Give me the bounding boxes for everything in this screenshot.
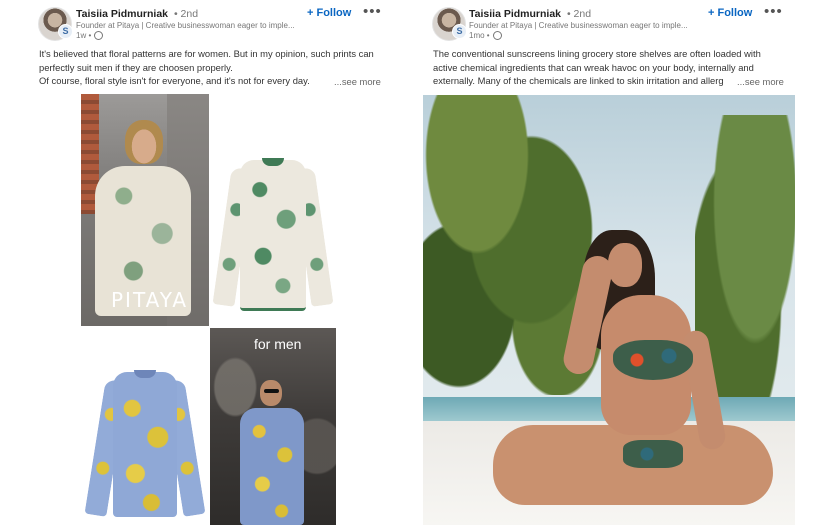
feed-post: S Taisiia Pidmurniak • 2nd Founder at Pi… bbox=[30, 0, 385, 525]
post-image-blue-yellow-shirt[interactable] bbox=[81, 328, 209, 525]
more-icon[interactable]: ••• bbox=[764, 3, 783, 20]
author-avatar[interactable]: S bbox=[432, 7, 467, 41]
author-avatar[interactable]: S bbox=[38, 7, 73, 41]
image-tagline: for men bbox=[254, 336, 302, 352]
post-text-line: It's believed that floral patterns are f… bbox=[39, 48, 374, 59]
author-name[interactable]: Taisiia Pidmurniak bbox=[76, 8, 168, 20]
avatar-badge: S bbox=[452, 24, 467, 39]
model-head bbox=[260, 380, 282, 406]
author-line: Taisiia Pidmurniak • 2nd bbox=[469, 8, 591, 20]
globe-icon bbox=[492, 31, 502, 40]
author-line: Taisiia Pidmurniak • 2nd bbox=[76, 8, 198, 20]
follow-button[interactable]: + Follow bbox=[307, 7, 351, 19]
post-text-line: The conventional sunscreens lining groce… bbox=[433, 48, 761, 59]
post-meta: 1mo • bbox=[469, 31, 502, 40]
post-text-line: perfectly suit men if they are choosen p… bbox=[39, 61, 233, 73]
bikini-top bbox=[613, 340, 693, 380]
globe-icon bbox=[94, 31, 104, 40]
avatar-badge: S bbox=[58, 24, 73, 39]
author-headline: Founder at Pitaya | Creative businesswom… bbox=[76, 21, 295, 30]
brand-logo: PITAYA bbox=[111, 288, 189, 312]
connection-degree: • 2nd bbox=[173, 8, 199, 20]
post-text-line: Of course, floral style isn't for everyo… bbox=[39, 75, 310, 86]
post-image-green-floral-shirt[interactable] bbox=[210, 94, 336, 326]
model-head bbox=[125, 120, 163, 164]
author-name[interactable]: Taisiia Pidmurniak bbox=[469, 8, 561, 20]
feed-post: S Taisiia Pidmurniak • 2nd Founder at Pi… bbox=[423, 0, 795, 525]
post-text-line: active chemical ingredients that can wre… bbox=[433, 61, 754, 73]
model-face bbox=[608, 243, 642, 287]
post-image-man-for-men[interactable]: for men bbox=[210, 328, 336, 525]
more-icon[interactable]: ••• bbox=[363, 3, 382, 20]
see-more-link[interactable]: ...see more bbox=[737, 76, 784, 87]
sunglasses bbox=[264, 389, 279, 393]
shirt-body bbox=[113, 372, 177, 517]
post-text-line: externally. Many of the chemicals are li… bbox=[433, 75, 724, 86]
bikini-bottom bbox=[623, 440, 683, 468]
post-meta: 1w • bbox=[76, 31, 104, 40]
post-image-man-floral-shirt[interactable]: PITAYA bbox=[81, 94, 209, 326]
post-text: The conventional sunscreens lining groce… bbox=[433, 47, 761, 88]
see-more-link[interactable]: ...see more bbox=[334, 76, 381, 87]
post-time: 1w • bbox=[76, 31, 92, 40]
floral-suit bbox=[240, 408, 304, 525]
post-image-woman-poolside[interactable] bbox=[423, 95, 795, 525]
post-time: 1mo • bbox=[469, 31, 490, 40]
post-text: It's believed that floral patterns are f… bbox=[39, 47, 374, 88]
shirt-body bbox=[240, 160, 306, 311]
author-headline: Founder at Pitaya | Creative businesswom… bbox=[469, 21, 688, 30]
post-header: S Taisiia Pidmurniak • 2nd Founder at Pi… bbox=[30, 0, 385, 44]
post-header: S Taisiia Pidmurniak • 2nd Founder at Pi… bbox=[423, 0, 795, 44]
connection-degree: • 2nd bbox=[566, 8, 592, 20]
follow-button[interactable]: + Follow bbox=[708, 7, 752, 19]
